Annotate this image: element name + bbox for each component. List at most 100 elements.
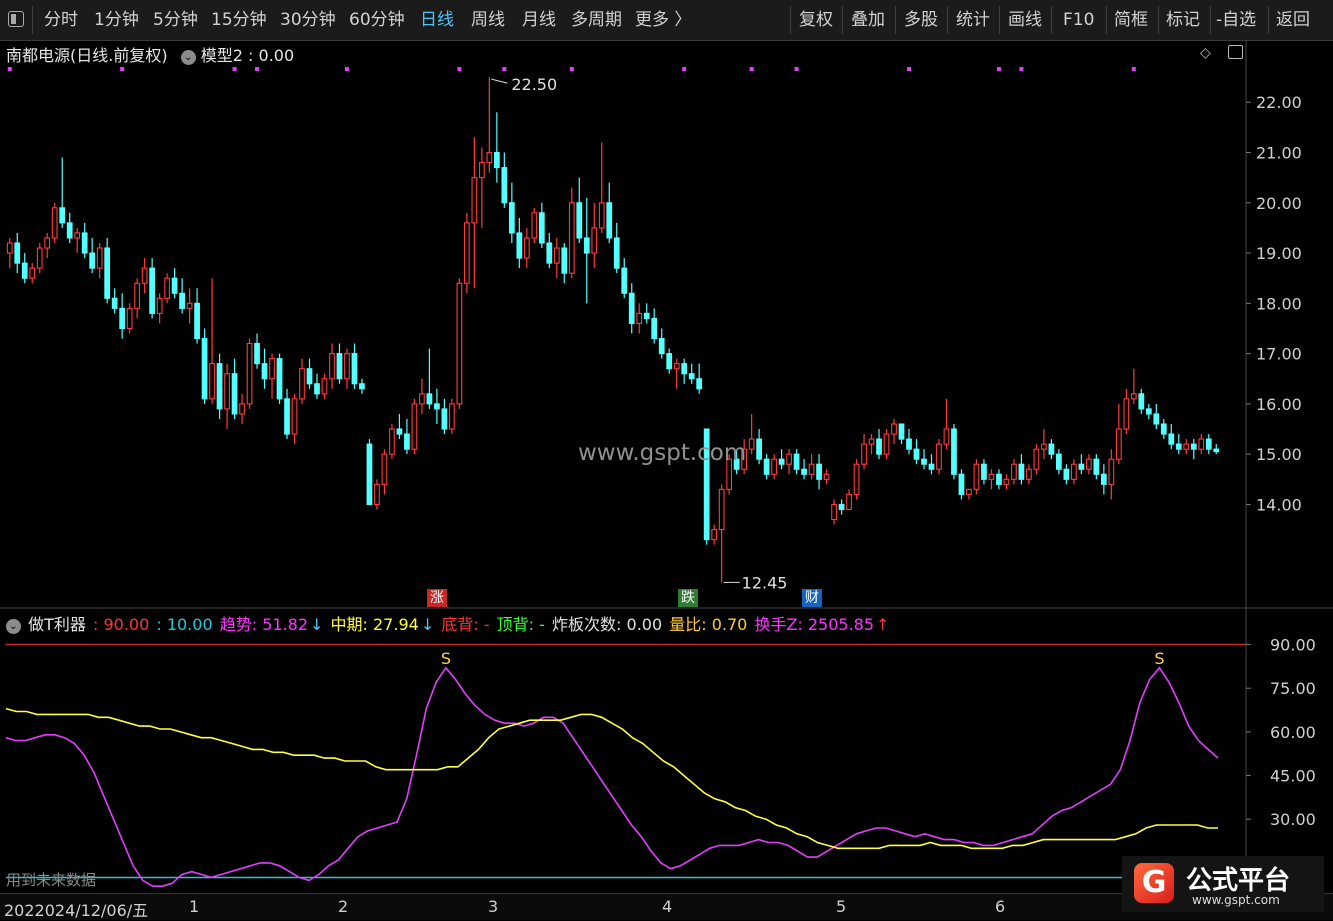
candle-body [1026,468,1032,480]
candle-body [149,267,156,314]
indicator-trend-value: 趋势: 51.82 [219,615,309,634]
candle-body [711,529,718,541]
candle-body [456,282,463,405]
price-axis-label: 19.00 [1256,244,1302,263]
indicator-name: 做T利器 [28,615,86,634]
indicator-turnover-value: 换手Z: 2505.85 [754,615,875,634]
indicator-mid-value: 中期: 27.94 [330,615,419,634]
candle-body [59,207,66,224]
price-axis-label: 17.00 [1256,345,1302,364]
signal-dot [749,67,754,71]
candle-body [321,378,328,395]
signal-dot [120,67,125,71]
candle-body [1183,443,1190,450]
candle-body [51,207,58,239]
candle-body [1070,463,1077,480]
candle-body [913,448,920,460]
candle-body [891,423,897,435]
candle-body [838,503,845,511]
candle-body [104,247,111,299]
candle-body [314,383,320,395]
candle-body [928,463,935,470]
candle-body [1056,453,1062,470]
candle-body [613,237,620,269]
panel-layout-icon[interactable] [1228,45,1243,59]
signal-dot [1131,67,1136,71]
candle-body [568,202,575,274]
logo-name: 公式平台 [1186,866,1291,896]
current-date-label: 2022024/12/06/五 [4,901,149,920]
candle-body [696,378,703,390]
candle-body [284,398,290,435]
logo-g-icon: G [1134,863,1174,903]
signal-dot [255,67,260,71]
candle-body [546,242,553,264]
candle-body [366,443,373,505]
candle-body [344,353,350,380]
signal-dot [232,67,237,71]
candle-body [1153,413,1160,425]
signal-dot [7,67,12,71]
future-data-note: 用到未来数据 [6,871,97,889]
candle-body [823,473,830,480]
event-tag-financial[interactable]: 财 [802,589,822,607]
candle-body [463,222,470,284]
indicator-upper-value: : 90.00 [92,615,150,634]
candle-body [598,202,605,229]
month-label: 6 [995,897,1006,916]
indicator-header: ⌄ 做T利器 : 90.00 : 10.00 趋势: 51.82 ↓ 中期: 27… [6,611,891,635]
candle-body [561,247,568,274]
candle-body [239,403,245,415]
candle-body [36,247,43,269]
candle-body [763,458,770,475]
candle-body [718,488,725,531]
price-axis-label: 14.00 [1256,495,1302,514]
candle-body [1115,428,1122,460]
month-label: 4 [662,897,673,916]
candle-body [434,403,440,410]
chevron-down-icon[interactable]: ⌄ [180,50,196,65]
candle-body [486,151,493,164]
indicator-axis-label: 60.00 [1270,723,1316,742]
diamond-icon[interactable]: ◇ [1200,45,1211,61]
watermark: www.gspt.com [578,440,747,466]
candle-body [44,237,51,249]
candle-body [628,292,635,324]
candle-body [1041,443,1047,450]
candle-body [771,458,777,475]
chevron-down-icon[interactable]: ⌄ [6,619,21,634]
indicator-axis-label: 75.00 [1270,679,1316,698]
candle-body [261,363,268,380]
candle-body [1168,433,1175,445]
candle-body [643,312,650,319]
candle-body [636,312,643,324]
candle-body [591,227,598,254]
indicator-break-count-value: 炸板次数: 0.00 [552,615,663,634]
candle-body [651,317,658,340]
candle-body [501,167,508,204]
indicator-bottom-div-value: 底背: - [441,615,490,634]
indicator-lower-value: : 10.00 [156,615,213,634]
arrow-down-icon: ↓ [310,615,324,634]
candle-body [861,443,867,465]
signal-dot [569,67,574,71]
event-tag-limit-up[interactable]: 涨 [427,589,447,607]
candle-body [246,343,253,405]
candle-body [523,237,530,259]
candle-body [516,232,523,259]
arrow-down-icon: ↓ [420,615,435,634]
candle-body [74,232,81,239]
event-tag-limit-down[interactable]: 跌 [678,589,698,607]
candle-body [673,363,680,370]
candle-body [981,463,987,480]
trend-series-line [5,666,1219,888]
candle-body [224,373,230,410]
logo: G 公式平台 www.gspt.com [1122,856,1324,912]
candle-body [1190,443,1197,450]
indicator-volume-ratio-value: 量比: 0.70 [669,615,748,634]
candle-body [943,428,950,445]
candle-body [126,307,133,330]
candle-body [606,202,613,239]
candle-body [171,277,178,294]
candle-body [1138,393,1145,410]
